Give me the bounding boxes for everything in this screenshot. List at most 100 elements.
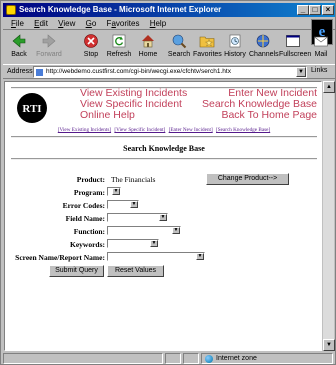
product-label: Product:	[76, 175, 105, 184]
svg-text:RTI: RTI	[22, 103, 41, 115]
menu-file-rest: ile	[15, 19, 24, 28]
menu-file[interactable]: File	[11, 19, 24, 28]
home-icon	[142, 35, 154, 48]
search-button[interactable]: Search	[165, 32, 193, 62]
mail-button[interactable]: Mail	[307, 32, 335, 62]
field-name-label: Field Name:	[65, 214, 105, 223]
change-product-button[interactable]: Change Product-->	[206, 173, 289, 185]
small-link-enter-new[interactable]: [Enter New Incident]	[169, 127, 213, 133]
menu-view-rest: iew	[63, 19, 76, 28]
field-name-select[interactable]: ▼	[107, 213, 168, 222]
status-bar: Internet zone	[3, 353, 335, 364]
browser-window: Search Knowledge Base - Microsoft Intern…	[0, 0, 336, 365]
history-icon	[229, 34, 241, 48]
keywords-label: Keywords:	[70, 240, 105, 249]
menu-edit-rest: dit	[39, 19, 48, 28]
address-dropdown-icon[interactable]: ▼	[296, 67, 306, 77]
address-url: http://webdemo.custfirst.com/cgi-bin/wec…	[46, 68, 231, 75]
menu-help-rest: elp	[155, 19, 167, 28]
small-link-search-kb[interactable]: [Search Knowledge Base]	[216, 127, 270, 133]
history-label: History	[224, 51, 246, 58]
mail-envelope-icon	[314, 36, 328, 47]
link-online-help[interactable]: Online Help	[80, 110, 135, 121]
back-label: Back	[11, 51, 27, 58]
stop-button[interactable]: Stop	[77, 32, 105, 62]
reset-values-button[interactable]: Reset Values	[107, 265, 164, 277]
fullscreen-button[interactable]: Fullscreen	[279, 32, 311, 62]
heading-top-divider	[11, 136, 317, 138]
mail-label: Mail	[314, 51, 328, 58]
window-title: Search Knowledge Base - Microsoft Intern…	[19, 5, 222, 14]
history-button[interactable]: History	[221, 32, 249, 62]
product-value: The Financials	[111, 175, 156, 184]
links-button[interactable]: Links	[311, 67, 327, 74]
small-link-view-existing[interactable]: [View Existing Incidents]	[58, 127, 111, 133]
menu-bar: File Edit View Go Favorites Help	[3, 18, 335, 30]
close-button[interactable]: ×	[322, 5, 334, 15]
forward-label: Forward	[36, 51, 62, 58]
scroll-up-icon[interactable]: ▲	[323, 81, 335, 93]
channels-button[interactable]: Channels	[249, 32, 279, 62]
status-message	[3, 353, 163, 364]
ie-page-icon	[6, 5, 16, 15]
submit-query-button[interactable]: Submit Query	[49, 265, 104, 277]
error-codes-select[interactable]: ▼	[107, 200, 139, 209]
refresh-button[interactable]: Refresh	[105, 32, 133, 62]
back-button[interactable]: Back	[5, 32, 33, 62]
page-icon	[36, 69, 43, 76]
function-dropdown-icon: ▼	[172, 227, 180, 234]
search-globe-icon	[172, 34, 187, 49]
screen-name-label: Screen Name/Report Name:	[15, 253, 105, 262]
vertical-scrollbar[interactable]: ▲ ▼	[322, 81, 335, 351]
heading-bottom-divider	[11, 158, 317, 160]
menu-view[interactable]: View	[58, 19, 75, 28]
program-label: Program:	[73, 188, 105, 197]
favorites-button[interactable]: Favorites	[193, 32, 222, 62]
favorites-label: Favorites	[193, 51, 222, 58]
scroll-down-icon[interactable]: ▼	[323, 339, 335, 351]
error-codes-label: Error Codes:	[62, 201, 105, 210]
program-dropdown-icon: ▼	[112, 188, 120, 195]
refresh-icon	[112, 34, 126, 48]
page-title: Search Knowledge Base	[123, 144, 205, 153]
home-button[interactable]: Home	[134, 32, 162, 62]
program-select[interactable]: ▼	[107, 187, 121, 196]
menu-favorites[interactable]: Favorites	[107, 19, 140, 28]
menu-help[interactable]: Help	[150, 19, 166, 28]
function-label: Function:	[73, 227, 105, 236]
stop-label: Stop	[83, 51, 99, 58]
small-link-view-specific[interactable]: [View Specific Incident]	[114, 127, 165, 133]
back-arrow-icon	[12, 34, 26, 48]
screen-name-select[interactable]: ▼	[107, 252, 205, 261]
channels-label: Channels	[249, 51, 279, 58]
status-cell-1	[165, 353, 181, 364]
page-content: RTI View Existing Incidents View Specifi…	[4, 81, 322, 351]
minimize-button[interactable]: _	[297, 5, 309, 15]
toolbar: Back Forward Stop Refresh Home Search Fa…	[3, 31, 311, 63]
zone-label: Internet zone	[216, 355, 257, 362]
function-select[interactable]: ▼	[107, 226, 181, 235]
maximize-button[interactable]: □	[309, 5, 321, 15]
forward-button[interactable]: Forward	[35, 32, 63, 62]
text-links-row: [View Existing Incidents] [View Specific…	[5, 127, 321, 133]
keywords-dropdown-icon: ▼	[150, 240, 158, 247]
fullscreen-icon	[286, 35, 300, 47]
search-label: Search	[167, 51, 191, 58]
link-back-to-home-page[interactable]: Back To Home Page	[221, 110, 317, 121]
address-label: Address	[7, 68, 33, 75]
menu-favorites-rest: vorites	[115, 19, 140, 28]
rti-logo: RTI	[17, 93, 47, 123]
address-bar: Address http://webdemo.custfirst.com/cgi…	[3, 64, 335, 79]
security-zone: Internet zone	[201, 353, 333, 364]
menu-go[interactable]: Go	[86, 19, 97, 28]
favorites-folder-icon	[199, 36, 215, 48]
title-bar: Search Knowledge Base - Microsoft Intern…	[3, 3, 335, 17]
home-label: Home	[138, 51, 158, 58]
keywords-select[interactable]: ▼	[107, 239, 159, 248]
error-codes-dropdown-icon: ▼	[130, 201, 138, 208]
screen-name-dropdown-icon: ▼	[196, 253, 204, 260]
stop-icon	[84, 34, 98, 48]
menu-edit[interactable]: Edit	[34, 19, 48, 28]
channels-icon	[256, 34, 270, 48]
address-input[interactable]: http://webdemo.custfirst.com/cgi-bin/wec…	[33, 66, 307, 78]
